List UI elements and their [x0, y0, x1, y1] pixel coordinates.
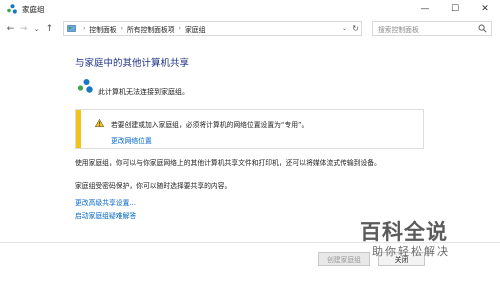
window-title: 家庭组: [22, 4, 45, 14]
forward-button[interactable]: →: [17, 21, 30, 37]
homegroup-icon: [6, 3, 18, 15]
search-input[interactable]: 搜索控制面板: [372, 21, 492, 36]
maximize-button[interactable]: ☐: [440, 0, 470, 18]
watermark: 百科全说 助你轻松解决: [360, 216, 490, 276]
up-button[interactable]: ↑: [43, 21, 56, 37]
homegroup-icon: [77, 78, 94, 94]
main-content: 与家庭中的其他计算机共享 此计算机无法连接到家庭组。 若要创建或加入家庭组，必须…: [0, 40, 500, 288]
warning-icon: [94, 118, 105, 127]
description-password: 家庭组受密码保护，你可以随时选择要共享的内容。: [75, 182, 232, 190]
address-bar[interactable]: › 控制面板 › 所有控制面板项 › 家庭组 ⌄ ↻: [63, 21, 362, 36]
title-bar: 家庭组 — ☐ ✕: [0, 0, 500, 18]
search-placeholder: 搜索控制面板: [378, 25, 419, 34]
search-icon: [478, 24, 487, 33]
breadcrumb-separator: ›: [83, 25, 86, 32]
warning-text: 若要创建或加入家庭组，必须将计算机的网络位置设置为“专用”。: [111, 121, 309, 129]
change-network-location-link[interactable]: 更改网络位置: [111, 135, 152, 145]
control-panel-icon: [67, 24, 76, 33]
watermark-subtitle: 助你轻松解决: [372, 245, 450, 258]
back-button[interactable]: ←: [4, 21, 17, 37]
breadcrumb-separator: ›: [178, 25, 181, 32]
breadcrumb-homegroup[interactable]: 家庭组: [185, 24, 205, 34]
warning-box: 若要创建或加入家庭组，必须将计算机的网络位置设置为“专用”。 更改网络位置: [75, 109, 424, 149]
breadcrumb-separator: ›: [120, 25, 123, 32]
warning-stripe: [76, 110, 81, 148]
navigation-bar: ← → ⌄ ↑ › 控制面板 › 所有控制面板项 › 家庭组 ⌄ ↻ 搜索控制面…: [0, 18, 500, 40]
recent-locations-button[interactable]: ⌄: [30, 21, 43, 37]
watermark-title: 百科全说: [360, 220, 448, 244]
minimize-button[interactable]: —: [410, 0, 440, 18]
breadcrumb-control-panel[interactable]: 控制面板: [89, 24, 116, 34]
status-message: 此计算机无法连接到家庭组。: [98, 88, 189, 96]
address-dropdown-icon[interactable]: ⌄: [342, 22, 347, 35]
description-sharing: 使用家庭组，你可以与你家庭网络上的其他计算机共享文件和打印机，还可以将媒体流式传…: [75, 159, 381, 167]
advanced-sharing-settings-link[interactable]: 更改高级共享设置...: [75, 197, 136, 207]
window-controls: — ☐ ✕: [410, 0, 500, 18]
breadcrumb-all-items[interactable]: 所有控制面板项: [127, 24, 175, 34]
homegroup-troubleshooter-link[interactable]: 启动家庭组疑难解答: [75, 210, 136, 220]
refresh-icon[interactable]: ↻: [352, 22, 359, 35]
page-title: 与家庭中的其他计算机共享: [75, 58, 190, 69]
close-window-button[interactable]: ✕: [470, 0, 500, 18]
